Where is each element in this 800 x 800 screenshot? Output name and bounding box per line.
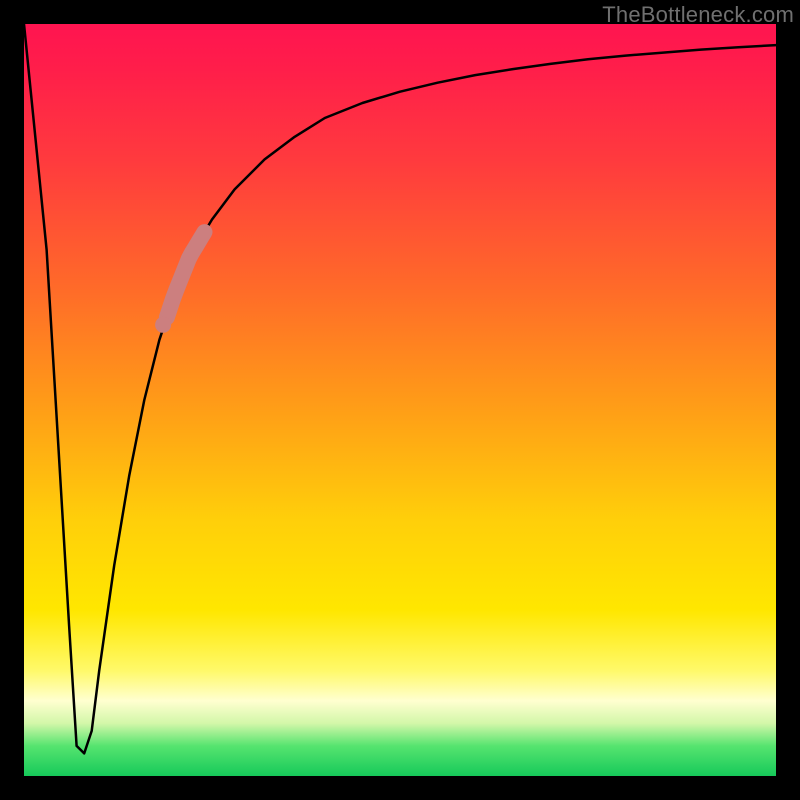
highlight-dot xyxy=(155,317,171,333)
curve-svg xyxy=(24,24,776,776)
plot-area xyxy=(24,24,776,776)
bottleneck-curve xyxy=(24,24,776,753)
chart-frame: TheBottleneck.com xyxy=(0,0,800,800)
highlight-segment xyxy=(167,232,205,317)
